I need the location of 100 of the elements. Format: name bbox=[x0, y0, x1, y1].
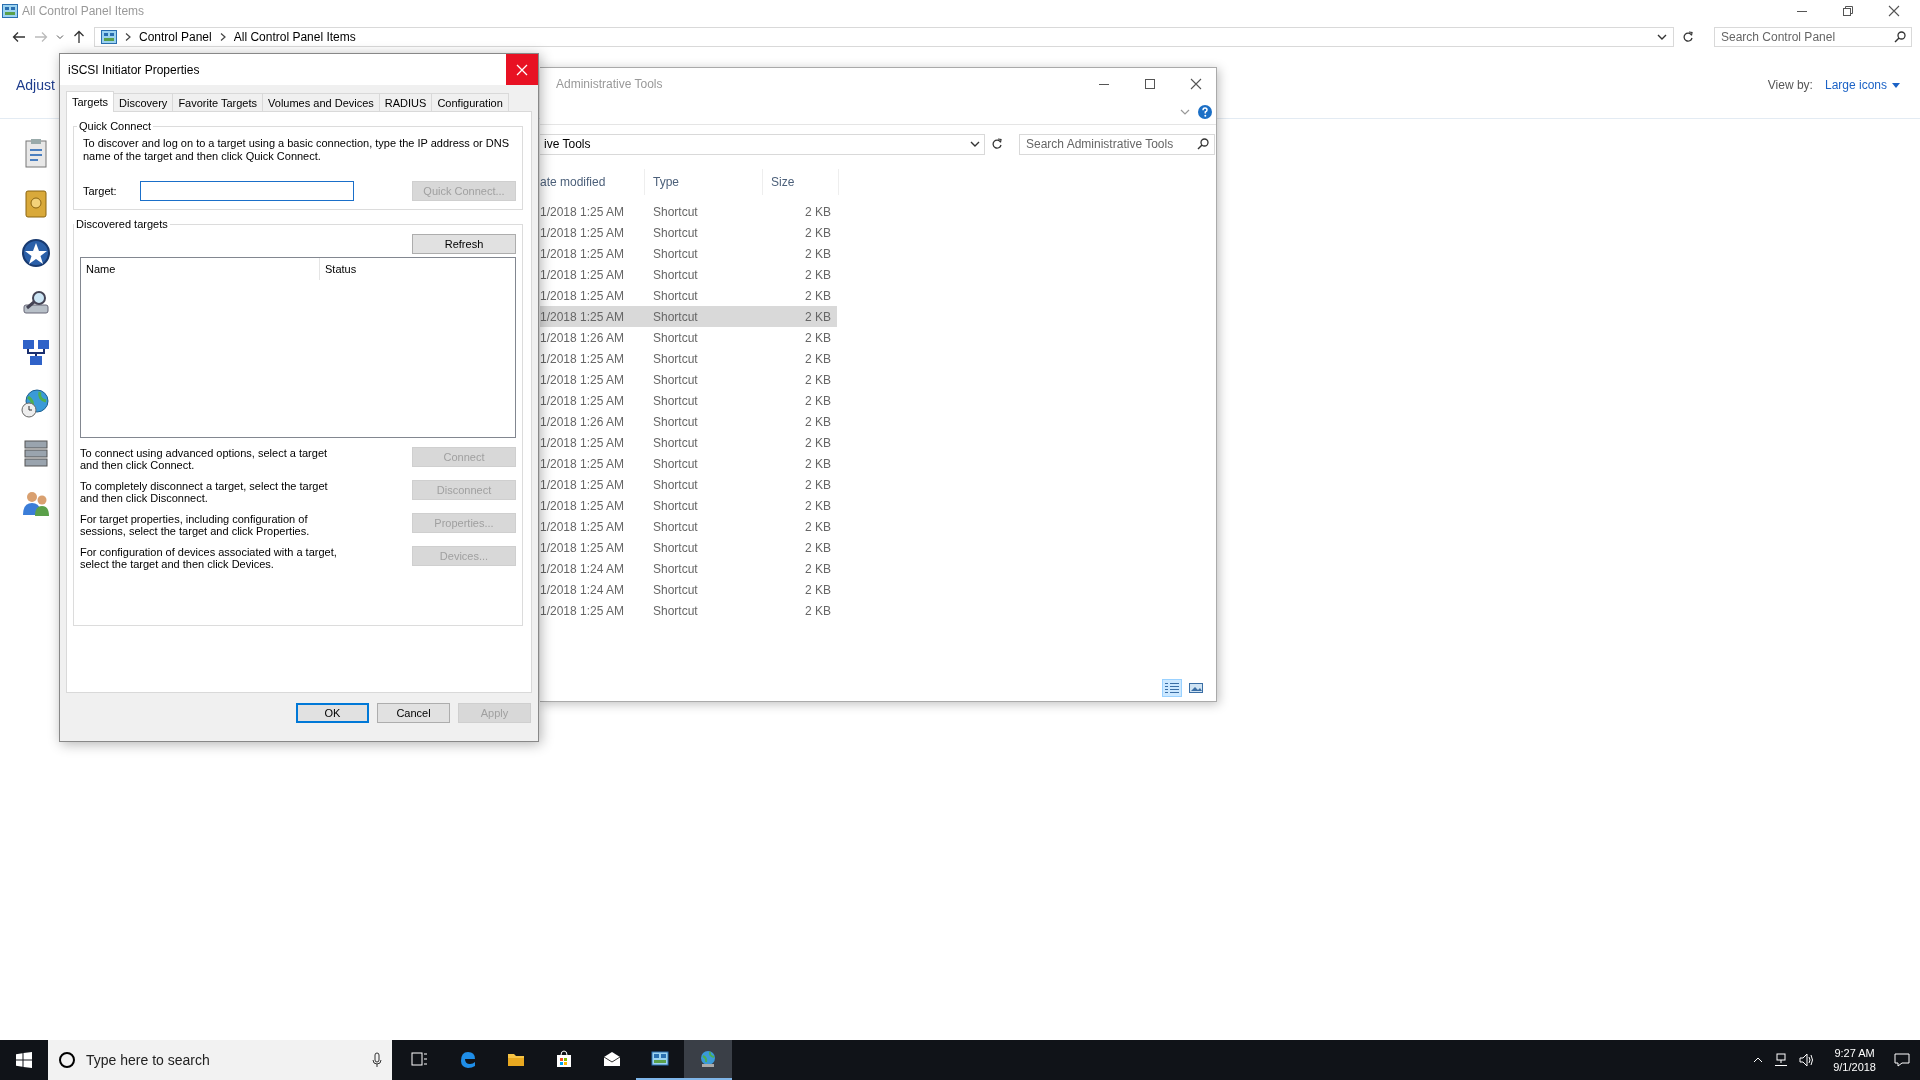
expand-ribbon-icon[interactable] bbox=[1180, 108, 1190, 116]
globe-clock-icon[interactable] bbox=[20, 387, 52, 419]
refresh-button[interactable]: Refresh bbox=[412, 234, 516, 254]
size-cell: 2 KB bbox=[805, 309, 831, 324]
date-cell: 1/2018 1:24 AM bbox=[540, 582, 625, 597]
date-cell: 1/2018 1:25 AM bbox=[540, 267, 625, 282]
type-cell: Shortcut bbox=[653, 372, 698, 387]
up-icon[interactable] bbox=[72, 30, 86, 44]
tab[interactable]: Discovery bbox=[113, 93, 174, 111]
refresh-icon[interactable] bbox=[991, 138, 1003, 150]
type-cell: Shortcut bbox=[653, 414, 698, 429]
clock[interactable]: 9:27 AM 9/1/2018 bbox=[1833, 1046, 1876, 1074]
file-row[interactable]: 1/2018 1:24 AM Shortcut 2 KB bbox=[540, 558, 837, 579]
file-row[interactable]: 1/2018 1:25 AM Shortcut 2 KB bbox=[540, 243, 837, 264]
size-cell: 2 KB bbox=[805, 519, 831, 534]
clock-date: 9/1/2018 bbox=[1833, 1060, 1876, 1074]
breadcrumb-item[interactable]: All Control Panel Items bbox=[233, 30, 356, 44]
file-row[interactable]: 1/2018 1:26 AM Shortcut 2 KB bbox=[540, 327, 837, 348]
dialog-button[interactable]: Cancel bbox=[377, 703, 450, 723]
dialog-button[interactable]: OK bbox=[296, 703, 369, 723]
file-row[interactable]: 1/2018 1:25 AM Shortcut 2 KB bbox=[540, 600, 837, 621]
volume-icon[interactable] bbox=[1799, 1053, 1816, 1067]
size-cell: 2 KB bbox=[805, 435, 831, 450]
type-cell: Shortcut bbox=[653, 330, 698, 345]
dialog-title: iSCSI Initiator Properties bbox=[68, 62, 200, 77]
microphone-icon[interactable] bbox=[372, 1052, 382, 1068]
address-bar[interactable]: Control Panel All Control Panel Items bbox=[94, 27, 1674, 47]
network-icon[interactable] bbox=[1773, 1053, 1790, 1067]
file-row[interactable]: 1/2018 1:25 AM Shortcut 2 KB bbox=[540, 474, 837, 495]
file-row[interactable]: 1/2018 1:25 AM Shortcut 2 KB bbox=[540, 537, 837, 558]
date-cell: 1/2018 1:25 AM bbox=[540, 309, 625, 324]
column-header[interactable]: Type bbox=[645, 169, 763, 195]
details-view-icon[interactable] bbox=[1162, 679, 1182, 697]
target-field[interactable] bbox=[140, 181, 354, 201]
search-field[interactable]: Search Administrative Tools bbox=[1019, 133, 1215, 155]
window-title: Administrative Tools bbox=[556, 77, 663, 91]
type-cell: Shortcut bbox=[653, 435, 698, 450]
close-icon[interactable] bbox=[1888, 5, 1900, 17]
file-row[interactable]: 1/2018 1:25 AM Shortcut 2 KB bbox=[540, 369, 837, 390]
file-row[interactable]: 1/2018 1:25 AM Shortcut 2 KB bbox=[540, 495, 837, 516]
instruction-text: For target properties, including configuration of sessions, select the target and click Properties. bbox=[80, 513, 311, 537]
date-cell: 1/2018 1:26 AM bbox=[540, 330, 625, 345]
file-row[interactable]: 1/2018 1:25 AM Shortcut 2 KB bbox=[540, 453, 837, 474]
search-field[interactable]: Type here to search bbox=[48, 1040, 392, 1080]
column-header[interactable]: Name bbox=[86, 263, 116, 275]
type-cell: Shortcut bbox=[653, 582, 698, 597]
type-cell: Shortcut bbox=[653, 561, 698, 576]
search-icon[interactable] bbox=[1197, 137, 1209, 150]
file-row[interactable]: 1/2018 1:25 AM Shortcut 2 KB bbox=[540, 432, 837, 453]
control-panel-icon bbox=[101, 30, 117, 44]
file-row[interactable]: 1/2018 1:26 AM Shortcut 2 KB bbox=[540, 411, 837, 432]
file-row[interactable]: 1/2018 1:25 AM Shortcut 2 KB bbox=[540, 390, 837, 411]
search-field[interactable]: Search Control Panel bbox=[1714, 27, 1912, 47]
targets-list[interactable]: Name Status bbox=[80, 257, 516, 438]
address-bar[interactable]: ive Tools bbox=[540, 133, 985, 155]
file-row[interactable]: 1/2018 1:25 AM Shortcut 2 KB bbox=[540, 222, 837, 243]
file-row[interactable]: 1/2018 1:25 AM Shortcut 2 KB bbox=[540, 306, 837, 327]
page-heading: Adjust bbox=[16, 77, 55, 93]
date-cell: 1/2018 1:26 AM bbox=[540, 414, 625, 429]
date-cell: 1/2018 1:25 AM bbox=[540, 225, 625, 240]
file-row[interactable]: 1/2018 1:25 AM Shortcut 2 KB bbox=[540, 516, 837, 537]
date-cell: 1/2018 1:25 AM bbox=[540, 393, 625, 408]
date-cell: 1/2018 1:25 AM bbox=[540, 372, 625, 387]
address-text: ive Tools bbox=[544, 137, 591, 151]
tab[interactable]: Targets bbox=[66, 91, 115, 112]
notifications-icon[interactable] bbox=[1894, 1052, 1910, 1068]
restore-icon[interactable] bbox=[1842, 5, 1854, 17]
type-cell: Shortcut bbox=[653, 204, 698, 219]
view-by-label: View by: bbox=[1767, 78, 1813, 92]
window-title: All Control Panel Items bbox=[22, 4, 145, 18]
breadcrumb-item[interactable]: Control Panel bbox=[139, 30, 212, 44]
column-header[interactable]: ate modified bbox=[540, 169, 645, 195]
start-icon[interactable] bbox=[16, 1052, 32, 1068]
column-header[interactable]: Size bbox=[763, 169, 839, 195]
maximize-icon[interactable] bbox=[1144, 78, 1156, 90]
help-icon[interactable] bbox=[1198, 105, 1212, 119]
file-row[interactable]: 1/2018 1:25 AM Shortcut 2 KB bbox=[540, 201, 837, 222]
close-icon[interactable] bbox=[1190, 78, 1202, 90]
tab[interactable]: Favorite Targets bbox=[172, 93, 264, 111]
tab[interactable]: Configuration bbox=[431, 93, 509, 111]
view-by-dropdown[interactable]: Large icons bbox=[1824, 78, 1900, 92]
caret-icon bbox=[1892, 82, 1900, 88]
date-cell: 1/2018 1:25 AM bbox=[540, 246, 625, 261]
file-row[interactable]: 1/2018 1:25 AM Shortcut 2 KB bbox=[540, 285, 837, 306]
chevron-icon bbox=[125, 33, 131, 41]
size-cell: 2 KB bbox=[805, 582, 831, 597]
star-circle-icon[interactable] bbox=[20, 237, 52, 269]
group-title: Quick Connect bbox=[78, 120, 153, 132]
size-cell: 2 KB bbox=[805, 540, 831, 555]
column-header[interactable]: Status bbox=[325, 263, 357, 275]
chevron-up-icon[interactable] bbox=[1753, 1056, 1764, 1064]
file-row[interactable]: 1/2018 1:24 AM Shortcut 2 KB bbox=[540, 579, 837, 600]
search-icon[interactable] bbox=[1894, 31, 1906, 43]
size-cell: 2 KB bbox=[805, 393, 831, 408]
back-icon[interactable] bbox=[12, 30, 26, 44]
file-row[interactable]: 1/2018 1:25 AM Shortcut 2 KB bbox=[540, 264, 837, 285]
refresh-icon[interactable] bbox=[1682, 31, 1694, 43]
file-row[interactable]: 1/2018 1:25 AM Shortcut 2 KB bbox=[540, 348, 837, 369]
type-cell: Shortcut bbox=[653, 309, 698, 324]
clock-time: 9:27 AM bbox=[1834, 1046, 1875, 1060]
